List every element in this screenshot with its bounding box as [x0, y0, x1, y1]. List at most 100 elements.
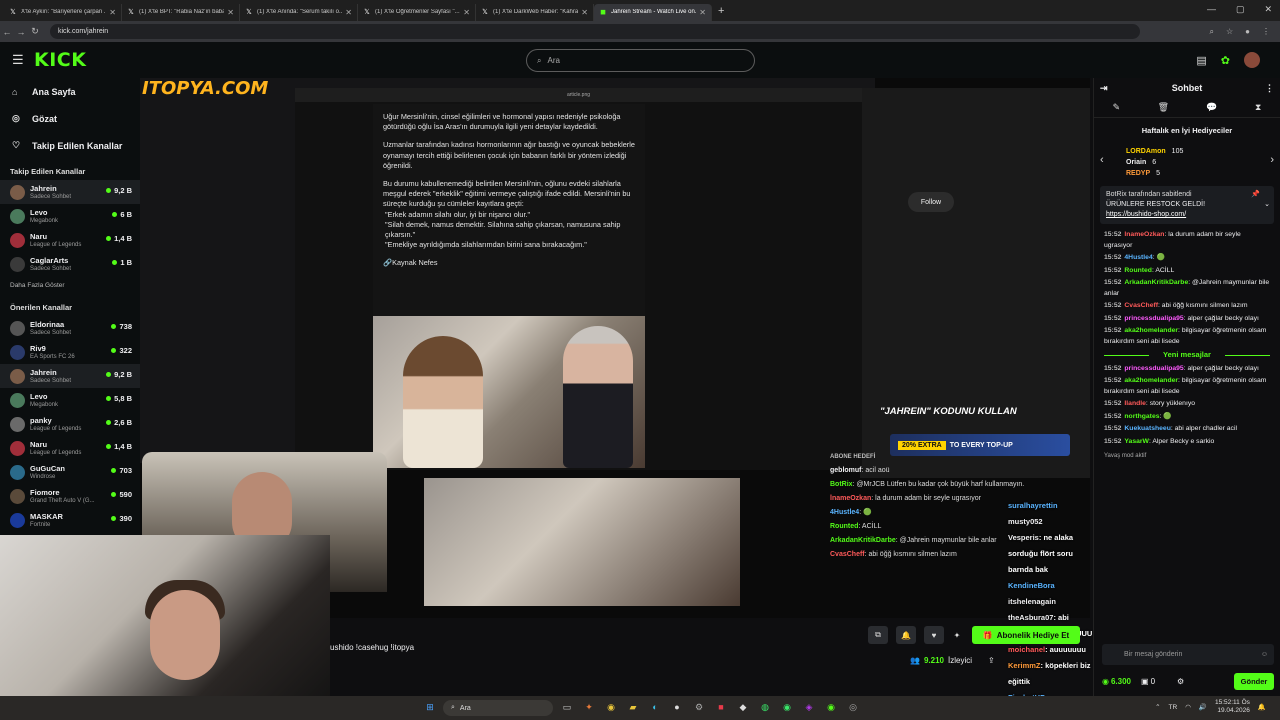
- browser-tab[interactable]: 𝕏 (1) X'te Öğretmenler Sayfası "... ✕: [358, 3, 476, 21]
- channel-item[interactable]: GuGuCan Windrose 703: [0, 460, 140, 484]
- chat-input[interactable]: Bir mesaj gönderin ☺: [1102, 644, 1274, 665]
- tab-close-icon[interactable]: ✕: [463, 8, 470, 17]
- bookmark-star-icon[interactable]: ☆: [1226, 27, 1233, 37]
- windows-start-icon[interactable]: ⊞: [423, 700, 437, 714]
- browser-tab[interactable]: ◼ Jahrein Stream - Watch Live on... ✕: [594, 3, 712, 21]
- chat-username[interactable]: Kuekuatsheeu: [1124, 425, 1170, 432]
- app-icon-gray[interactable]: ◎: [846, 700, 860, 714]
- minimize-icon[interactable]: —: [1207, 4, 1216, 15]
- chat-username[interactable]: Rounted: [1124, 267, 1152, 274]
- search-input[interactable]: ⌕ Ara: [526, 49, 755, 72]
- spotify-icon[interactable]: ◉: [780, 700, 794, 714]
- chat-username[interactable]: princessdualipa95: [1124, 315, 1183, 322]
- volume-icon[interactable]: 🔊: [1199, 703, 1207, 711]
- chat-username[interactable]: princessdualipa95: [1124, 365, 1183, 372]
- pinned-link[interactable]: https://bushido-shop.com/: [1106, 210, 1268, 220]
- channel-item[interactable]: panky League of Legends 2,6 B: [0, 412, 140, 436]
- channel-item[interactable]: Riv9 EA Sports FC 26 322: [0, 340, 140, 364]
- steam-icon[interactable]: ⚙: [692, 700, 706, 714]
- forward-icon[interactable]: →: [14, 27, 28, 37]
- tab-close-icon[interactable]: ✕: [345, 8, 352, 17]
- zoom-icon[interactable]: ⌕: [1210, 27, 1214, 37]
- reload-icon[interactable]: ↻: [28, 26, 42, 37]
- notifications-icon[interactable]: 🔔: [1258, 703, 1266, 711]
- send-button[interactable]: Gönder: [1234, 672, 1274, 690]
- user-avatar[interactable]: [1244, 52, 1260, 68]
- browser-tab[interactable]: 𝕏 (1) X'te DarkWeb Haber: "Kahra... ✕: [476, 3, 594, 21]
- collapse-chat-icon[interactable]: ⇥: [1100, 83, 1108, 94]
- sidebar-nav-item[interactable]: ⌂ Ana Sayfa: [0, 78, 140, 105]
- tray-chevron-icon[interactable]: ⌃: [1155, 703, 1160, 711]
- channel-item[interactable]: MASKAR Fortnite 390: [0, 508, 140, 532]
- app-icon-dark[interactable]: ◆: [736, 700, 750, 714]
- chat-username[interactable]: northgates: [1124, 413, 1159, 420]
- taskbar-search[interactable]: ⌕ Ara: [443, 700, 553, 716]
- whatsapp-icon[interactable]: ◍: [758, 700, 772, 714]
- gift-subscription-button[interactable]: 🎁 Abonelik Hediye Et: [972, 626, 1080, 644]
- channel-item[interactable]: Naru League of Legends 1,4 B: [0, 228, 140, 252]
- hourglass-icon[interactable]: ⧗: [1255, 102, 1261, 113]
- pin-icon[interactable]: ✎: [1113, 102, 1121, 113]
- chat-username[interactable]: Ilandle: [1124, 400, 1146, 407]
- channel-item[interactable]: Jahrein Sadece Sohbet 9,2 B: [0, 180, 140, 204]
- subscribe-star-icon[interactable]: ✦: [947, 626, 967, 644]
- chat-username[interactable]: 4Hustle4: [1124, 254, 1152, 261]
- url-field[interactable]: kick.com/jahrein: [50, 24, 1140, 39]
- edge-icon[interactable]: ◐: [648, 700, 662, 714]
- sidebar-nav-item[interactable]: ♡ Takip Edilen Kanallar: [0, 132, 140, 159]
- trash-icon[interactable]: 🗑: [1158, 102, 1169, 113]
- show-more-link[interactable]: Daha Fazla Göster: [0, 276, 140, 295]
- chat-username[interactable]: aka2homelander: [1124, 377, 1178, 384]
- chat-username[interactable]: ArkadanKritikDarbe: [1124, 279, 1188, 286]
- tab-close-icon[interactable]: ✕: [581, 8, 588, 17]
- chat-username[interactable]: lnameOzkan: [1124, 231, 1164, 238]
- tab-close-icon[interactable]: ✕: [109, 8, 116, 17]
- share-icon[interactable]: ⇪: [988, 656, 995, 665]
- chat-username[interactable]: YasarW: [1124, 438, 1149, 445]
- chevron-down-icon[interactable]: ⌄: [1264, 200, 1270, 210]
- chat-username[interactable]: aka2homelander: [1124, 327, 1178, 334]
- clock[interactable]: 15:52:11 Ös 19.04.2026: [1215, 699, 1250, 715]
- chat-bubble-icon[interactable]: 💬: [1206, 102, 1217, 113]
- channel-item[interactable]: Levo Megabonk 5,8 B: [0, 388, 140, 412]
- chevron-right-icon[interactable]: ›: [1270, 154, 1274, 166]
- chevron-left-icon[interactable]: ‹: [1100, 154, 1104, 166]
- heart-follow-icon[interactable]: ♥: [924, 626, 944, 644]
- browser-tab[interactable]: 𝕏 X'te Aykırı: "Bariyerlere çarpan ... ✕: [4, 3, 122, 21]
- chat-menu-icon[interactable]: ⋮: [1265, 83, 1274, 94]
- channel-item[interactable]: CaglarArts Sadece Sohbet 1 B: [0, 252, 140, 276]
- kick-logo[interactable]: KICK: [34, 49, 86, 71]
- app-icon-purple[interactable]: ◈: [802, 700, 816, 714]
- browser-tab[interactable]: 𝕏 (1) X'te BPT: "Rabia Naz'ın babası...✕: [122, 3, 240, 21]
- obs-icon[interactable]: ●: [670, 700, 684, 714]
- profile-icon[interactable]: ●: [1245, 27, 1250, 37]
- maximize-icon[interactable]: ▢: [1236, 4, 1245, 15]
- notification-bell-icon[interactable]: 🔔: [896, 626, 916, 644]
- channel-item[interactable]: Jahrein Sadece Sohbet 9,2 B: [0, 364, 140, 388]
- channel-item[interactable]: Naru League of Legends 1,4 B: [0, 436, 140, 460]
- browser-menu-icon[interactable]: ⋮: [1262, 27, 1270, 37]
- sidebar-nav-item[interactable]: ◎ Gözat: [0, 105, 140, 132]
- hamburger-menu-icon[interactable]: ☰: [12, 52, 24, 68]
- tab-close-icon[interactable]: ✕: [699, 8, 706, 17]
- store-icon[interactable]: ▤: [1196, 54, 1206, 67]
- new-tab-icon[interactable]: +: [718, 5, 724, 17]
- channel-item[interactable]: Eldorinaa Sadece Sohbet 738: [0, 316, 140, 340]
- channel-item[interactable]: Levo Megabonk 6 B: [0, 204, 140, 228]
- channel-item[interactable]: Fiomore Grand Theft Auto V (G... 590: [0, 484, 140, 508]
- chat-settings-icon[interactable]: ⚙: [1177, 677, 1184, 686]
- pin-badge-icon[interactable]: 📌: [1251, 190, 1260, 200]
- app-icon-green[interactable]: ◉: [824, 700, 838, 714]
- chat-username[interactable]: CvasCheff: [1124, 302, 1158, 309]
- emoji-icon[interactable]: ☺: [1261, 651, 1268, 658]
- task-view-icon[interactable]: ▭: [560, 700, 574, 714]
- app-icon-red[interactable]: ■: [714, 700, 728, 714]
- wifi-icon[interactable]: ◠: [1185, 703, 1191, 711]
- kick-coins-icon[interactable]: ✿: [1221, 54, 1230, 67]
- tab-close-icon[interactable]: ✕: [227, 8, 234, 17]
- browser-tab[interactable]: 𝕏 (1) X'te Anında: "Serum takılı o... ✕: [240, 3, 358, 21]
- close-window-icon[interactable]: ✕: [1264, 4, 1272, 15]
- chrome-icon[interactable]: ◉: [604, 700, 618, 714]
- clip-icon[interactable]: ⧉: [868, 626, 888, 644]
- language-icon[interactable]: TR: [1169, 704, 1178, 711]
